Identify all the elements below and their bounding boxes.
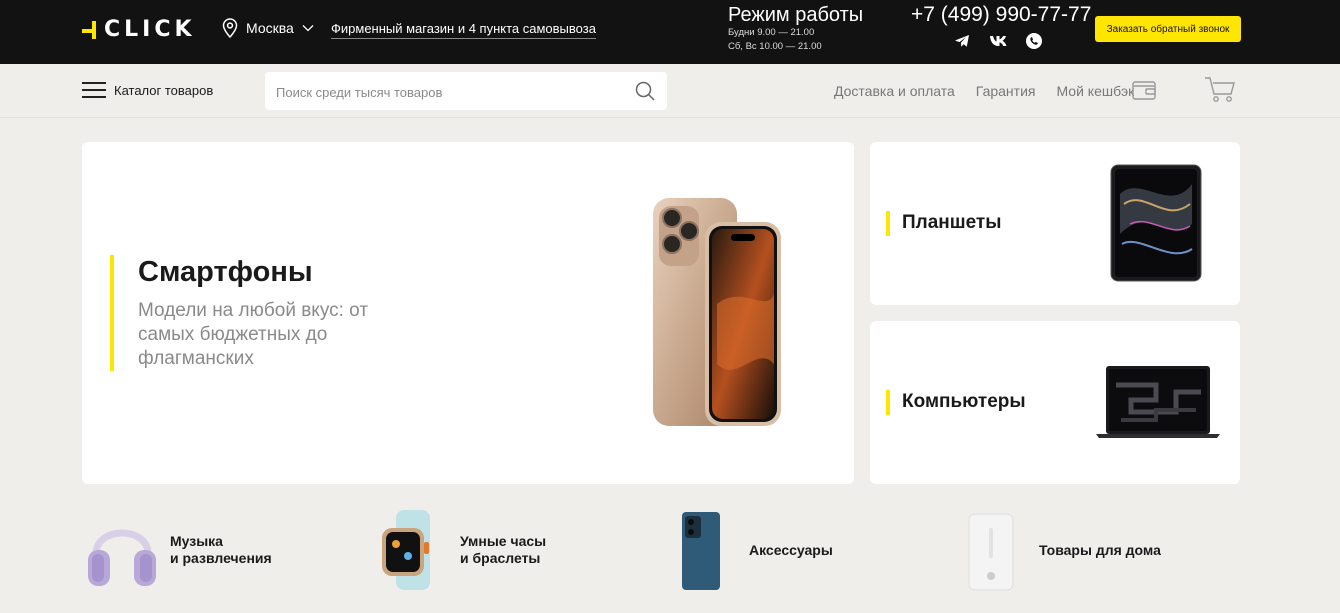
logo-text: CLICK	[104, 16, 196, 42]
telegram-icon[interactable]	[953, 32, 971, 50]
smartwatch-icon	[382, 510, 430, 590]
search-box	[265, 72, 667, 110]
social-links	[953, 32, 1043, 50]
hours-title: Режим работы	[728, 4, 864, 26]
laptop-image	[1096, 366, 1220, 438]
callback-button[interactable]: Заказать обратный звонок	[1095, 16, 1241, 42]
catalog-label: Каталог товаров	[114, 82, 214, 98]
category-label: Аксессуары	[749, 541, 833, 558]
computers-card[interactable]: Компьютеры	[870, 321, 1240, 484]
location-pin-icon	[222, 18, 238, 38]
accent-bar	[110, 255, 114, 371]
category-watches[interactable]: Умные часы и браслеты	[372, 505, 546, 595]
smartphones-subtitle: Модели на любой вкус: от самых бюджетных…	[138, 300, 369, 369]
smartphone-image	[653, 198, 781, 426]
city-name: Москва	[246, 20, 294, 36]
nav-link-warranty[interactable]: Гарантия	[976, 83, 1036, 99]
vk-icon[interactable]	[989, 32, 1007, 50]
category-label: Товары для дома	[1039, 541, 1161, 558]
humidifier-icon	[968, 513, 1014, 591]
menu-icon	[82, 80, 106, 100]
category-accessories[interactable]: Аксессуары	[661, 505, 833, 595]
category-music[interactable]: Музыка и развлечения	[82, 505, 272, 595]
nav-link-cashback[interactable]: Мой кешбэк	[1056, 83, 1134, 99]
city-selector[interactable]: Москва	[222, 18, 322, 38]
cart-icon[interactable]	[1204, 76, 1236, 104]
accent-bar	[886, 211, 890, 236]
wallet-icon[interactable]	[1132, 78, 1156, 102]
tablets-card[interactable]: Планшеты	[870, 142, 1240, 305]
headphones-icon	[88, 529, 156, 586]
working-hours: Режим работы Будни 9.00 — 21.00 Сб, Вс 1…	[728, 4, 863, 54]
hours-weekend: Сб, Вс 10.00 — 21.00	[728, 41, 822, 52]
smartphones-title: Смартфоны	[138, 256, 313, 288]
category-label: Умные часы и браслеты	[460, 533, 547, 566]
nav-link-delivery[interactable]: Доставка и оплата	[834, 83, 955, 99]
phone-number[interactable]: +7 (499) 990-77-77	[911, 3, 1091, 27]
hours-weekdays: Будни 9.00 — 21.00	[728, 27, 815, 38]
computers-title: Компьютеры	[902, 391, 1026, 412]
nav-links: Доставка и оплата Гарантия Мой кешбэк	[834, 83, 1155, 99]
nav-bar: Каталог товаров Доставка и оплата Гарант…	[0, 64, 1340, 118]
category-label: Музыка и развлечения	[170, 533, 272, 566]
tablets-title: Планшеты	[902, 212, 1002, 233]
smartphones-card[interactable]: Смартфоны Модели на любой вкус: от самых…	[82, 142, 854, 484]
top-bar: CLICK Москва Фирменный магазин и 4 пункт…	[0, 0, 1340, 64]
phone-case-icon	[682, 512, 720, 590]
chevron-down-icon	[302, 25, 314, 32]
search-icon[interactable]	[635, 81, 655, 101]
shops-link[interactable]: Фирменный магазин и 4 пункта самовывоза	[331, 21, 596, 39]
tablet-image	[1110, 164, 1202, 282]
logo-one-mark	[82, 19, 100, 39]
search-input[interactable]	[276, 82, 616, 102]
whatsapp-icon[interactable]	[1025, 32, 1043, 50]
logo[interactable]: CLICK	[82, 16, 196, 42]
category-home[interactable]: Товары для дома	[951, 505, 1161, 595]
accent-bar	[886, 390, 890, 415]
catalog-button[interactable]: Каталог товаров	[82, 80, 213, 100]
